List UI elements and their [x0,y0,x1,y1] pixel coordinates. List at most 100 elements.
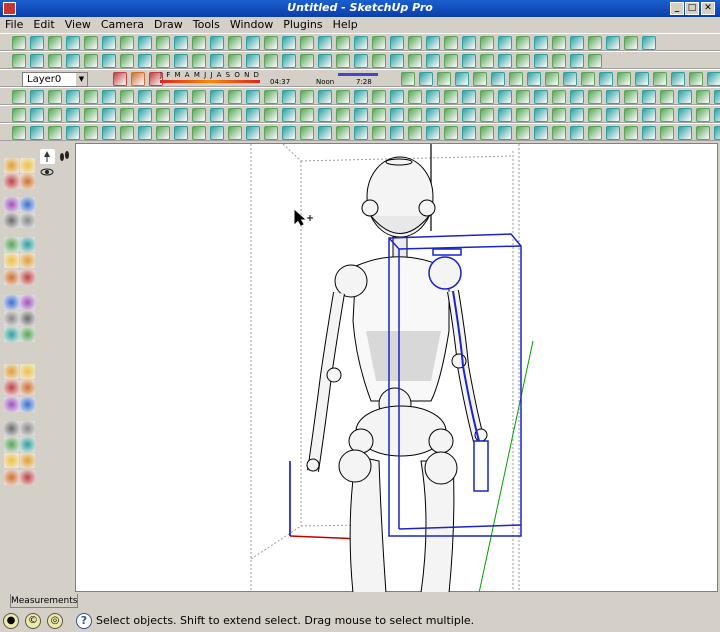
tool-palette-icon[interactable] [20,421,35,436]
toolbar-tool-icon[interactable] [696,126,710,140]
toolbar-tool-icon[interactable] [282,36,296,50]
toolbar-tool-icon[interactable] [516,108,530,122]
toolbar-tool-icon[interactable] [480,54,494,68]
position-camera-icon[interactable] [40,149,55,164]
menu-window[interactable]: Window [225,17,278,33]
toolbar-tool-icon[interactable] [534,90,548,104]
toolbar-tool-icon[interactable] [372,36,386,50]
tool-palette-icon[interactable] [4,380,19,395]
toolbar-tool-icon[interactable] [84,36,98,50]
toolbar-tool-icon[interactable] [419,72,433,86]
menu-file[interactable]: File [0,17,28,33]
toolbar-tool-icon[interactable] [408,90,422,104]
credits-icon[interactable]: © [25,613,41,629]
menu-help[interactable]: Help [328,17,363,33]
menu-camera[interactable]: Camera [96,17,149,33]
toolbar-tool-icon[interactable] [120,36,134,50]
toolbar-tool-icon[interactable] [174,90,188,104]
toolbar-tool-icon[interactable] [210,90,224,104]
toolbar-tool-icon[interactable] [318,54,332,68]
toolbar-tool-icon[interactable] [174,108,188,122]
toolbar-tool-icon[interactable] [642,108,656,122]
toolbar-tool-icon[interactable] [228,54,242,68]
toolbar-tool-icon[interactable] [102,54,116,68]
toolbar-tool-icon[interactable] [581,72,595,86]
minimize-button[interactable]: _ [670,2,684,15]
tool-palette-icon[interactable] [20,197,35,212]
tool-palette-icon[interactable] [20,311,35,326]
toolbar-tool-icon[interactable] [588,54,602,68]
tool-palette-icon[interactable] [20,237,35,252]
model-viewport[interactable] [75,143,718,594]
toolbar-tool-icon[interactable] [102,126,116,140]
toolbar-tool-icon[interactable] [516,126,530,140]
toolbar-tool-icon[interactable] [120,54,134,68]
toolbar-tool-icon[interactable] [12,108,26,122]
toolbar-tool-icon[interactable] [390,126,404,140]
tool-palette-icon[interactable] [4,364,19,379]
tool-palette-icon[interactable] [4,158,19,173]
toolbar-tool-icon[interactable] [552,54,566,68]
toolbar-tool-icon[interactable] [48,54,62,68]
menu-edit[interactable]: Edit [28,17,59,33]
toolbar-tool-icon[interactable] [473,72,487,86]
toolbar-tool-icon[interactable] [444,126,458,140]
toolbar-tool-icon[interactable] [84,108,98,122]
toolbar-tool-icon[interactable] [588,108,602,122]
toolbar-tool-icon[interactable] [30,54,44,68]
shadow-time-slider[interactable] [338,73,378,76]
toolbar-tool-icon[interactable] [12,36,26,50]
toolbar-tool-icon[interactable] [264,126,278,140]
toolbar-tool-icon[interactable] [156,108,170,122]
toolbar-tool-icon[interactable] [707,72,720,86]
toolbar-tool-icon[interactable] [336,90,350,104]
toolbar-tool-icon[interactable] [30,126,44,140]
toolbar-tool-icon[interactable] [120,90,134,104]
toolbar-tool-icon[interactable] [102,90,116,104]
toolbar-tool-icon[interactable] [480,36,494,50]
toolbar-tool-icon[interactable] [318,90,332,104]
toolbar-tool-icon[interactable] [678,108,692,122]
tool-palette-icon[interactable] [20,158,35,173]
toolbar-tool-icon[interactable] [30,90,44,104]
toolbar-tool-icon[interactable] [354,36,368,50]
toolbar-tool-icon[interactable] [588,126,602,140]
toolbar-tool-icon[interactable] [570,126,584,140]
tool-palette-icon[interactable] [4,453,19,468]
toolbar-tool-icon[interactable] [444,36,458,50]
toolbar-tool-icon[interactable] [318,108,332,122]
toolbar-tool-icon[interactable] [642,36,656,50]
tool-palette-icon[interactable] [20,327,35,342]
toolbar-tool-icon[interactable] [660,108,674,122]
geo-location-icon[interactable]: ● [3,613,19,629]
toolbar-tool-icon[interactable] [300,54,314,68]
toolbar-tool-icon[interactable] [390,54,404,68]
toolbar-tool-icon[interactable] [354,90,368,104]
toolbar-tool-icon[interactable] [66,126,80,140]
toolbar-tool-icon[interactable] [552,36,566,50]
toolbar-tool-icon[interactable] [228,126,242,140]
toolbar-tool-icon[interactable] [678,90,692,104]
toolbar-tool-icon[interactable] [354,108,368,122]
toolbar-tool-icon[interactable] [138,54,152,68]
toolbar-tool-icon[interactable] [624,126,638,140]
tool-palette-icon[interactable] [4,437,19,452]
tool-palette-icon[interactable] [20,364,35,379]
toolbar-tool-icon[interactable] [138,36,152,50]
tool-palette-icon[interactable] [4,174,19,189]
toolbar-tool-icon[interactable] [48,36,62,50]
toolbar-tool-icon[interactable] [599,72,613,86]
shadow-date-slider[interactable] [160,80,260,83]
toolbar-tool-icon[interactable] [66,108,80,122]
toolbar-tool-icon[interactable] [246,126,260,140]
toolbar-tool-icon[interactable] [336,36,350,50]
toolbar-tool-icon[interactable] [84,90,98,104]
walk-icon[interactable] [57,149,72,164]
toolbar-tool-icon[interactable] [300,108,314,122]
toolbar-tool-icon[interactable] [480,90,494,104]
toolbar-tool-icon[interactable] [498,126,512,140]
toolbar-tool-icon[interactable] [455,72,469,86]
toolbar-tool-icon[interactable] [480,126,494,140]
toolbar-tool-icon[interactable] [552,90,566,104]
toolbar-tool-icon[interactable] [426,36,440,50]
